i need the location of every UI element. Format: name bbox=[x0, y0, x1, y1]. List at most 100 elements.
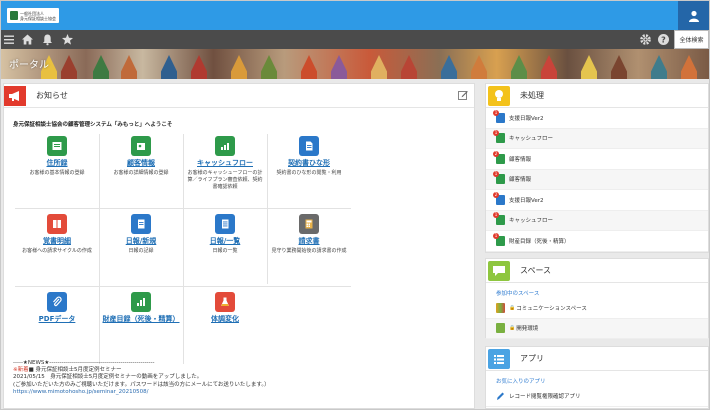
space-icon bbox=[496, 302, 505, 313]
memo-details-icon bbox=[47, 214, 67, 234]
portal-banner: ポータル bbox=[1, 49, 709, 79]
tile-desc: お客様への請求サイクルの作成 bbox=[22, 248, 92, 254]
tile-daily-report-list[interactable]: 日報/一覧 日報の一覧 bbox=[183, 208, 267, 284]
notice-header: お知らせ bbox=[4, 84, 474, 108]
pending-item[interactable]: 1 キャッシュフロー bbox=[486, 210, 708, 231]
tile-label[interactable]: キャッシュフロー bbox=[183, 159, 267, 168]
pending-item[interactable]: 2 顧客情報 bbox=[486, 149, 708, 170]
company-logo[interactable]: 一般社団法人 身元保証相談士協会 bbox=[7, 8, 59, 23]
lock-icon: 🔒 bbox=[509, 304, 516, 311]
home-icon[interactable] bbox=[21, 33, 34, 46]
tile-desc: お客様の基本情報の登録 bbox=[29, 170, 85, 176]
apps-title: アプリ bbox=[520, 354, 544, 363]
pending-item-label: キャッシュフロー bbox=[509, 136, 554, 143]
notice-panel: お知らせ 身元保証相談士協会の顧客管理システム「みもっと」へようこそ 住所録 お… bbox=[3, 83, 475, 409]
tile-desc: お客様の詳細情報の登録 bbox=[113, 170, 169, 176]
star-icon[interactable] bbox=[61, 33, 74, 46]
tile-cash-flow[interactable]: キャッシュフロー お客様のキャッシューフローの計算／ライフプラン審査依頼、契約書… bbox=[183, 130, 267, 206]
tile-label[interactable]: 財産目録（死後・精算） bbox=[99, 315, 183, 324]
tile-customer-info[interactable]: 顧客情報 お客様の詳細情報の登録 bbox=[99, 130, 183, 206]
megaphone-icon bbox=[4, 86, 26, 106]
pending-panel: 未処理 1 支援日報Ver2 1 キャッシュフロー 2 顧客情報 1 顧客情報 2 支援日… bbox=[485, 83, 709, 253]
tile-invoice[interactable]: 請求書 見守り業務開始後の請求書の作成 bbox=[267, 208, 351, 284]
lock-icon: 🔒 bbox=[509, 325, 516, 332]
tile-label[interactable]: 日報/新規 bbox=[99, 237, 183, 246]
daily-report-new-icon bbox=[131, 214, 151, 234]
count-badge: 1 bbox=[493, 212, 499, 219]
tile-memo-details[interactable]: 覚書明細 お客様への請求サイクルの作成 bbox=[15, 208, 99, 284]
apps-header: アプリ bbox=[486, 347, 708, 371]
help-icon[interactable]: ? bbox=[657, 33, 670, 46]
pending-item[interactable]: 1 支援日報Ver2 bbox=[486, 108, 708, 129]
pending-item[interactable]: 1 顧客情報 bbox=[486, 169, 708, 190]
gear-icon[interactable] bbox=[639, 33, 652, 46]
app-icon: 1 bbox=[493, 232, 505, 246]
news-link[interactable]: https://www.mimotohosho.jp/seminar_20210… bbox=[13, 389, 333, 396]
space-item[interactable]: 🔒 開発環境 bbox=[486, 318, 708, 339]
tile-label[interactable]: 日報/一覧 bbox=[183, 237, 267, 246]
news-section: -----★NEWS★-----------------------------… bbox=[13, 360, 333, 396]
app-icon: 1 bbox=[493, 212, 505, 226]
space-item[interactable]: 🔒 コミュニケーションスペース bbox=[486, 298, 708, 319]
pending-item-label: 支援日報Ver2 bbox=[509, 197, 544, 204]
tile-label[interactable]: 住所録 bbox=[15, 159, 99, 168]
pending-item[interactable]: 1 財産目録（死後・精算） bbox=[486, 231, 708, 252]
tile-label[interactable]: 顧客情報 bbox=[99, 159, 183, 168]
space-icon bbox=[496, 323, 505, 334]
space-item-label: 開発環境 bbox=[516, 326, 539, 333]
pending-item-label: 支援日報Ver2 bbox=[509, 115, 544, 122]
tile-address-book[interactable]: 住所録 お客様の基本情報の登録 bbox=[15, 130, 99, 206]
tile-desc: 契約書のひな形の閲覧・利用 bbox=[276, 170, 342, 176]
favorite-apps-label: お気に入りのアプリ bbox=[496, 379, 546, 385]
news-line: 2021/05/15 身元保証相談士5月度定例セミナーの動画をアップしました。 bbox=[13, 374, 203, 381]
space-title: スペース bbox=[520, 266, 552, 275]
tile-label[interactable]: 契約書ひな形 bbox=[267, 159, 351, 168]
space-item-label: コミュニケーションスペース bbox=[516, 305, 587, 312]
tile-label[interactable]: 覚書明細 bbox=[15, 237, 99, 246]
count-badge: 1 bbox=[493, 171, 499, 178]
tile-contract-templates[interactable]: 契約書ひな形 契約書のひな形の閲覧・利用 bbox=[267, 130, 351, 206]
logo-mark bbox=[10, 11, 18, 20]
tile-desc: 日報の記録 bbox=[128, 248, 154, 254]
svg-text:?: ? bbox=[661, 35, 666, 44]
user-icon bbox=[688, 10, 699, 22]
tile-label[interactable]: PDFデータ bbox=[15, 315, 99, 324]
welcome-message: 身元保証相談士協会の顧客管理システム「みもっと」へようこそ bbox=[13, 122, 173, 128]
app-icon: 1 bbox=[493, 171, 505, 185]
menu-icon[interactable] bbox=[3, 33, 16, 46]
apps-panel: アプリ お気に入りのアプリ レコード閲覧権限確認アプリ bbox=[485, 346, 709, 409]
space-panel: スペース 参加中のスペース 🔒 コミュニケーションスペース 🔒 開発環境 bbox=[485, 258, 709, 339]
address-book-icon bbox=[47, 136, 67, 156]
pending-list: 1 支援日報Ver2 1 キャッシュフロー 2 顧客情報 1 顧客情報 2 支援日報Ver… bbox=[486, 108, 708, 252]
top-header: 一般社団法人 身元保証相談士協会 bbox=[1, 1, 709, 30]
tile-asset-inventory[interactable]: 財産目録（死後・精算） bbox=[99, 286, 183, 362]
portal-window: 一般社団法人 身元保証相談士協会 ? 全体検索 ポータル お知らせ 身元保証相談… bbox=[0, 0, 710, 410]
edit-icon[interactable] bbox=[458, 90, 468, 100]
tile-pdf-data[interactable]: PDFデータ bbox=[15, 286, 99, 362]
app-icon: 1 bbox=[493, 109, 505, 123]
list-icon bbox=[488, 349, 510, 369]
tile-label[interactable]: 請求書 bbox=[267, 237, 351, 246]
count-badge: 2 bbox=[493, 150, 499, 157]
tile-desc: お客様のキャッシューフローの計算／ライフプラン審査依頼、契約書確認依頼 bbox=[187, 170, 263, 190]
pending-item[interactable]: 2 支援日報Ver2 bbox=[486, 190, 708, 211]
pencil-icon bbox=[497, 392, 504, 400]
app-item-label: レコード閲覧権限確認アプリ bbox=[509, 393, 581, 400]
chat-bubble-icon bbox=[488, 261, 510, 281]
tile-desc: 日報の一覧 bbox=[212, 248, 238, 254]
pending-item[interactable]: 1 キャッシュフロー bbox=[486, 128, 708, 149]
user-menu-button[interactable] bbox=[678, 1, 709, 30]
tile-daily-report-new[interactable]: 日報/新規 日報の記録 bbox=[99, 208, 183, 284]
bell-icon[interactable] bbox=[41, 33, 54, 46]
app-item[interactable]: レコード閲覧権限確認アプリ bbox=[486, 386, 708, 407]
app-icon: 2 bbox=[493, 191, 505, 205]
contract-template-icon bbox=[299, 136, 319, 156]
paperclip-icon bbox=[47, 292, 67, 312]
news-title: ■ 身元保証相談士5月度定例セミナー bbox=[28, 367, 122, 374]
tile-health-change[interactable]: 体調変化 bbox=[183, 286, 267, 362]
global-search-button[interactable]: 全体検索 bbox=[674, 30, 709, 49]
tile-label[interactable]: 体調変化 bbox=[183, 315, 267, 324]
pending-item-label: キャッシュフロー bbox=[509, 218, 554, 225]
new-tag: ※新着 bbox=[13, 367, 29, 374]
pending-item-label: 顧客情報 bbox=[509, 177, 532, 184]
